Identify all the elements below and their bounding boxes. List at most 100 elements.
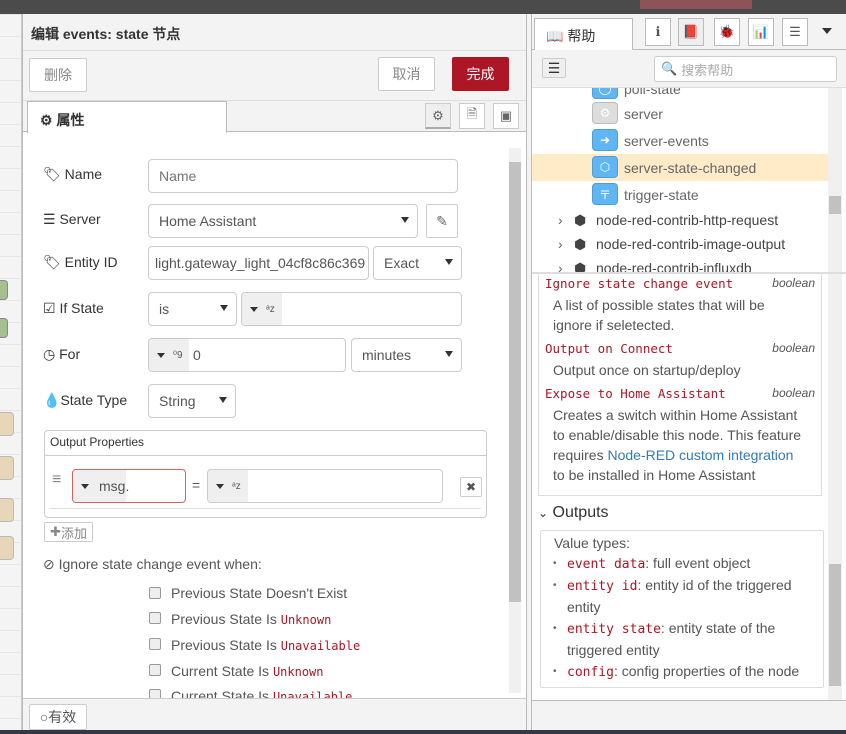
custom-integration-link[interactable]: Node-RED custom integration bbox=[607, 447, 793, 463]
type-select[interactable]: ⁰9 bbox=[149, 339, 189, 371]
context-tab-button[interactable]: ☰ bbox=[782, 18, 808, 46]
output-code: entity state bbox=[567, 622, 661, 637]
canvas-node[interactable] bbox=[0, 412, 14, 436]
caret-down-icon bbox=[216, 483, 224, 489]
description-tab-button[interactable]: 🗎 bbox=[459, 103, 485, 129]
if-state-operator-select[interactable]: is bbox=[148, 292, 237, 326]
type-select[interactable]: ᵃz bbox=[242, 293, 282, 325]
edit-server-button[interactable]: ✎ bbox=[426, 204, 458, 238]
help-scrollbar-thumb[interactable] bbox=[829, 564, 841, 686]
entity-id-input[interactable]: light.gateway_light_04cf8c86c369 bbox=[148, 246, 369, 280]
ignore-title-text: Ignore state change event when: bbox=[58, 556, 262, 572]
file-icon: 🗎 bbox=[466, 106, 478, 121]
appearance-tab-button[interactable]: ▣ bbox=[493, 103, 519, 129]
for-unit-select[interactable]: minutes bbox=[351, 338, 462, 372]
editor-scrollbar-thumb[interactable] bbox=[509, 162, 521, 602]
list-icon: ☰ bbox=[547, 59, 561, 76]
tree-item-selected[interactable]: ⬡ server-state-changed bbox=[532, 154, 828, 181]
type-select[interactable]: ᵃz bbox=[208, 470, 248, 502]
done-button[interactable]: 完成 bbox=[452, 57, 509, 91]
name-input[interactable] bbox=[148, 159, 458, 193]
editor-title: 编辑 events: state 节点 bbox=[23, 14, 526, 51]
tree-item[interactable]: ➜ server-events bbox=[532, 127, 828, 154]
package-label: node-red-contrib-image-output bbox=[596, 236, 786, 252]
delete-button[interactable]: 删除 bbox=[29, 58, 87, 92]
for-value-input[interactable]: ⁰9 0 bbox=[148, 338, 346, 372]
caret-down-icon bbox=[157, 352, 165, 358]
state-type-select[interactable]: String bbox=[148, 384, 236, 418]
ignore-checkbox[interactable] bbox=[149, 638, 161, 650]
package-label: node-red-contrib-influxdb bbox=[596, 260, 752, 272]
ban-icon: ⊘ bbox=[43, 556, 55, 572]
info-tab-button[interactable]: ℹ bbox=[645, 18, 671, 46]
flow-canvas[interactable] bbox=[0, 14, 22, 734]
tree-scrollbar[interactable] bbox=[828, 88, 842, 272]
canvas-node[interactable] bbox=[0, 318, 8, 338]
plus-icon: ✚ bbox=[50, 524, 61, 539]
settings-tab-button[interactable]: ⚙ bbox=[425, 103, 451, 129]
help-tree: ◯ poll-state ⚙ server ➜ server-events ⬡ serv… bbox=[532, 88, 846, 272]
close-icon: ✖ bbox=[465, 480, 477, 494]
ignore-checkbox[interactable] bbox=[149, 612, 161, 624]
book-icon: 📖 bbox=[546, 28, 564, 44]
ignore-checkbox[interactable] bbox=[149, 664, 161, 676]
deploy-button[interactable] bbox=[640, 0, 752, 9]
tree-package[interactable]: › ⬢ node-red-contrib-http-request bbox=[558, 208, 838, 232]
tree-scrollbar-thumb[interactable] bbox=[829, 196, 841, 214]
ignore-option-label: Current State Is Unknown bbox=[171, 663, 324, 679]
output-property-input[interactable]: msg. bbox=[72, 469, 186, 503]
sidebar-menu-button[interactable] bbox=[822, 28, 832, 34]
help-search-input[interactable]: 🔍 搜索帮助 bbox=[654, 56, 837, 82]
help-scrollbar[interactable] bbox=[828, 274, 842, 700]
canvas-node[interactable] bbox=[0, 456, 14, 480]
checkbox-checked-icon[interactable]: ☑ bbox=[43, 300, 56, 316]
poll-icon: ◯ bbox=[592, 88, 618, 99]
ignore-checkbox[interactable] bbox=[149, 587, 161, 599]
tab-help[interactable]: 📖 帮助 bbox=[534, 18, 633, 51]
canvas-node[interactable] bbox=[0, 280, 8, 300]
tree-item[interactable]: ⚙ server bbox=[532, 100, 828, 127]
state-type-value: String bbox=[159, 393, 196, 409]
string-type-icon: ᵃz bbox=[266, 303, 275, 315]
cancel-button[interactable]: 取消 bbox=[378, 57, 435, 91]
toggle-tree-button[interactable]: ☰ bbox=[542, 58, 566, 78]
tint-icon: 💧 bbox=[43, 392, 61, 408]
option-text: Current State Is bbox=[171, 688, 273, 698]
dashboard-tab-button[interactable]: 📊 bbox=[748, 18, 774, 46]
tab-properties[interactable]: ⚙ 属性 bbox=[27, 101, 227, 133]
tree-item-label: server bbox=[624, 105, 663, 122]
ignore-checkbox[interactable] bbox=[149, 689, 161, 698]
entity-match-select[interactable]: Exact bbox=[373, 246, 462, 280]
remove-row-button[interactable]: ✖ bbox=[460, 477, 482, 497]
outputs-heading[interactable]: ⌄ Outputs bbox=[538, 504, 609, 522]
editor-footer: ○ 有效 bbox=[23, 698, 526, 734]
tree-item[interactable]: 〒 trigger-state bbox=[532, 181, 828, 208]
canvas-node[interactable] bbox=[0, 536, 14, 560]
output-item: event data: full event object bbox=[541, 553, 823, 575]
property-type: boolean bbox=[772, 341, 815, 355]
output-value-input[interactable]: ᵃz bbox=[207, 469, 443, 503]
canvas-node[interactable] bbox=[0, 498, 14, 522]
if-state-value-input[interactable]: ᵃz bbox=[241, 292, 462, 326]
help-tab-button[interactable]: 📕 bbox=[678, 18, 704, 46]
label-text: Server bbox=[59, 211, 101, 227]
node-editor-tray: 编辑 events: state 节点 删除 取消 完成 ⚙ 属性 ⚙ 🗎 ▣ … bbox=[22, 14, 527, 734]
output-code: config bbox=[567, 665, 614, 680]
tree-package[interactable]: › ⬢ node-red-contrib-influxdb bbox=[558, 256, 838, 273]
output-properties-list: Output Properties ≡ msg. = ᵃz ✖ bbox=[44, 430, 487, 518]
drag-handle-icon[interactable]: ≡ bbox=[52, 471, 61, 489]
bar-chart-icon: 📊 bbox=[752, 24, 770, 39]
property-desc: A list of possible states that will be i… bbox=[553, 297, 765, 333]
chevron-down-icon bbox=[219, 397, 227, 403]
server-select[interactable]: Home Assistant bbox=[148, 204, 418, 238]
property-name: Ignore state change event bbox=[545, 276, 734, 291]
ignore-option-label: Current State Is Unavailable bbox=[171, 688, 352, 698]
search-placeholder: 搜索帮助 bbox=[681, 62, 734, 78]
type-select[interactable]: msg. bbox=[73, 470, 129, 502]
label-text: For bbox=[59, 346, 81, 362]
debug-tab-button[interactable]: 🐞 bbox=[714, 18, 740, 46]
label-text: Entity ID bbox=[64, 254, 118, 270]
add-output-button[interactable]: ✚ 添加 bbox=[44, 522, 93, 542]
tree-package[interactable]: › ⬢ node-red-contrib-image-output bbox=[558, 232, 838, 256]
enabled-toggle-button[interactable]: ○ 有效 bbox=[29, 704, 87, 730]
